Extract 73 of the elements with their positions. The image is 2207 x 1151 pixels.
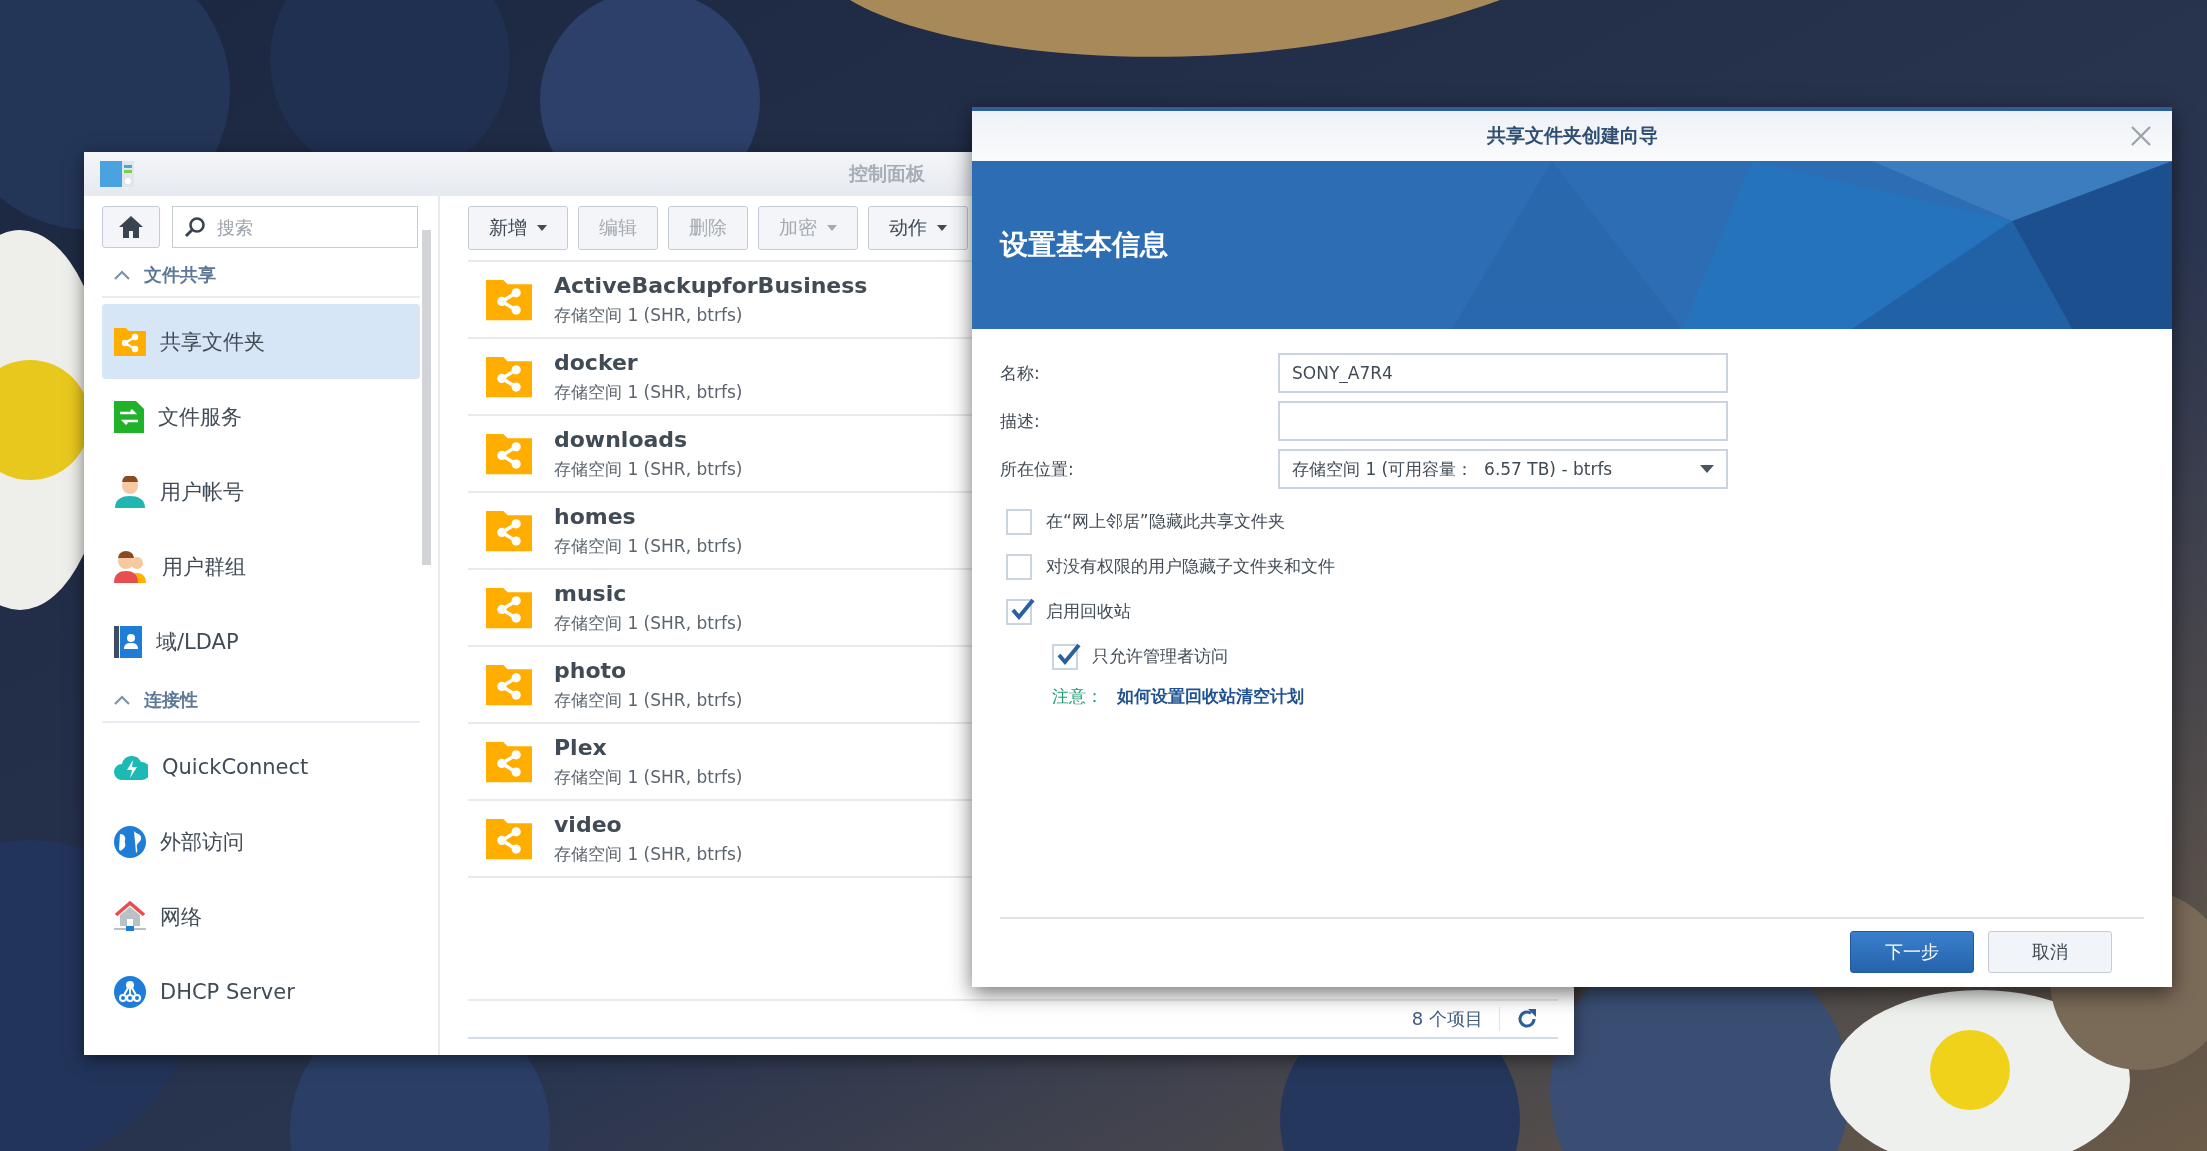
folder-name[interactable]: homes — [554, 503, 743, 529]
field-label: 名称: — [1000, 361, 1041, 385]
sidebar-item[interactable]: QuickConnect — [102, 729, 420, 804]
folder-name[interactable]: ActiveBackupforBusiness — [554, 272, 868, 298]
caret-icon — [827, 225, 837, 231]
step-heading: 设置基本信息 — [1000, 227, 1168, 263]
sidebar-item[interactable]: 域/LDAP — [102, 604, 420, 679]
input-field[interactable] — [1278, 401, 1728, 441]
folder-name[interactable]: Plex — [554, 734, 743, 760]
sidebar-item[interactable]: 文件服务 — [102, 379, 420, 454]
caret-icon — [537, 225, 547, 231]
chevron-icon — [114, 270, 130, 280]
sidebar-item[interactable]: 用户帐号 — [102, 454, 420, 529]
folder-location: 存储空间 1 (SHR, btrfs) — [554, 688, 743, 712]
user-icon — [114, 475, 146, 508]
section-header[interactable]: 文件共享 — [102, 254, 420, 298]
refresh-icon[interactable] — [1516, 1008, 1538, 1030]
next-button[interactable]: 下一步 — [1850, 931, 1974, 973]
search-field[interactable]: 搜索 — [172, 206, 418, 248]
folder-location: 存储空间 1 (SHR, btrfs) — [554, 611, 743, 635]
folder-name[interactable]: downloads — [554, 426, 743, 452]
contact-book-icon — [114, 625, 142, 658]
toolbar-button[interactable]: 新增 — [468, 206, 568, 250]
folder-location: 存储空间 1 (SHR, btrfs) — [554, 842, 743, 866]
file-transfer-icon — [114, 400, 144, 433]
location-dropdown[interactable]: 存储空间 1 (可用容量： 6.57 TB) - btrfs — [1278, 449, 1728, 489]
network-icon — [114, 975, 146, 1008]
scrollbar[interactable] — [422, 230, 431, 565]
users-icon — [114, 550, 148, 583]
cloud-icon — [114, 753, 148, 780]
sidebar-item[interactable]: 外部访问 — [102, 804, 420, 879]
note-label: 注意： — [1052, 685, 1103, 708]
field-label: 所在位置: — [1000, 457, 1075, 481]
chevron-icon — [114, 695, 130, 705]
checkbox[interactable] — [1006, 508, 1032, 535]
folder-share-icon — [114, 325, 146, 358]
globe-icon — [114, 825, 146, 858]
sidebar-item[interactable]: 用户群组 — [102, 529, 420, 604]
checkbox[interactable] — [1006, 598, 1032, 625]
checkbox[interactable] — [1052, 643, 1078, 670]
toolbar-button[interactable]: 动作 — [868, 206, 968, 250]
item-count: 8 个项目 — [1411, 1007, 1500, 1031]
sidebar-item[interactable]: 共享文件夹 — [102, 304, 420, 379]
input-field[interactable]: SONY_A7R4 — [1278, 353, 1728, 393]
sidebar-item[interactable]: DHCP Server — [102, 954, 420, 1029]
caret-icon — [937, 225, 947, 231]
cancel-button[interactable]: 取消 — [1988, 931, 2112, 973]
sidebar-item[interactable]: 网络 — [102, 879, 420, 954]
folder-location: 存储空间 1 (SHR, btrfs) — [554, 380, 743, 404]
checkbox-option[interactable]: 对没有权限的用户隐藏子文件夹和文件 — [1000, 544, 2144, 589]
search-icon — [184, 216, 206, 238]
house-icon — [114, 900, 146, 933]
folder-location: 存储空间 1 (SHR, btrfs) — [554, 303, 744, 327]
checkbox-option[interactable]: 启用回收站 — [1000, 589, 2144, 634]
home-button[interactable] — [102, 206, 160, 248]
folder-name[interactable]: photo — [554, 657, 743, 683]
folder-location: 存储空间 1 (SHR, btrfs) — [554, 534, 743, 558]
checkbox-option[interactable]: 只允许管理者访问 — [1000, 634, 2144, 679]
home-icon — [118, 215, 144, 239]
folder-name[interactable]: music — [554, 580, 743, 606]
control-panel-icon — [100, 159, 134, 189]
help-link[interactable]: 如何设置回收站清空计划 — [1117, 685, 1304, 708]
folder-location: 存储空间 1 (SHR, btrfs) — [554, 457, 743, 481]
checkbox[interactable] — [1006, 553, 1032, 580]
folder-name[interactable]: video — [554, 811, 743, 837]
folder-name[interactable]: docker — [554, 349, 743, 375]
checkbox-option[interactable]: 在“网上邻居”隐藏此共享文件夹 — [1000, 499, 2144, 544]
window-title: 控制面板 — [849, 161, 925, 186]
folder-location: 存储空间 1 (SHR, btrfs) — [554, 765, 743, 789]
caret-icon — [1700, 465, 1714, 473]
dialog-title: 共享文件夹创建向导 — [1486, 123, 1658, 148]
section-header[interactable]: 连接性 — [102, 679, 420, 723]
field-label: 描述: — [1000, 409, 1041, 433]
